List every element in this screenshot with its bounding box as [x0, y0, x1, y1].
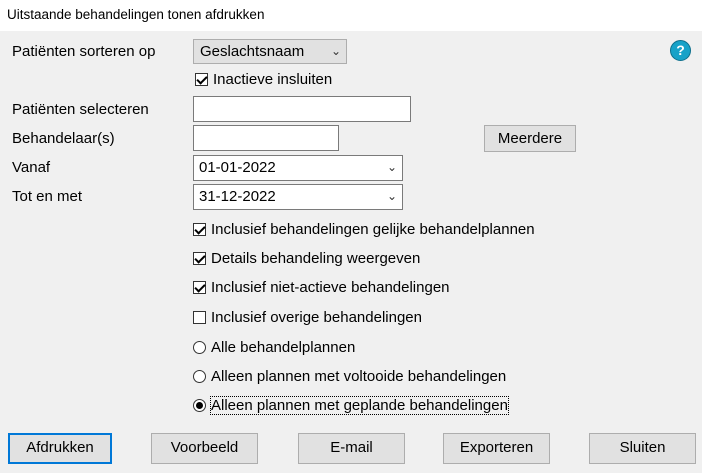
radio-circle [193, 341, 206, 354]
inactive-label: Inactieve insluiten [213, 71, 333, 88]
planned-plans-radio[interactable]: Alleen plannen met geplande behandelinge… [193, 396, 509, 415]
sort-label: Patiënten sorteren op [12, 43, 156, 60]
email-button[interactable]: E-mail [298, 433, 405, 464]
practitioners-label: Behandelaar(s) [12, 130, 115, 147]
print-button[interactable]: Afdrukken [8, 433, 112, 464]
chevron-down-icon: ⌄ [330, 44, 341, 58]
checkbox-box [195, 73, 208, 86]
details-checkbox[interactable]: Details behandeling weergeven [193, 250, 420, 267]
checkbox-box [193, 223, 206, 236]
from-label: Vanaf [12, 159, 51, 176]
non-active-label: Inclusief niet-actieve behandelingen [211, 279, 450, 296]
non-active-checkbox[interactable]: Inclusief niet-actieve behandelingen [193, 279, 450, 296]
sort-value: Geslachtsnaam [200, 43, 305, 60]
chevron-down-icon: ⌄ [386, 189, 397, 203]
sort-dropdown[interactable]: Geslachtsnaam ⌄ [193, 39, 347, 64]
all-plans-radio[interactable]: Alle behandelplannen [193, 339, 355, 356]
preview-button[interactable]: Voorbeeld [151, 433, 258, 464]
from-date-value: 01-01-2022 [199, 159, 276, 176]
select-patients-input[interactable] [193, 96, 411, 122]
other-checkbox[interactable]: Inclusief overige behandelingen [193, 309, 422, 326]
window-title: Uitstaande behandelingen tonen afdrukken [0, 0, 702, 31]
from-date-picker[interactable]: 01-01-2022 ⌄ [193, 155, 403, 181]
export-button[interactable]: Exporteren [443, 433, 550, 464]
all-plans-label: Alle behandelplannen [211, 339, 356, 356]
planned-plans-label: Alleen plannen met geplande behandelinge… [210, 396, 509, 415]
completed-plans-radio[interactable]: Alleen plannen met voltooide behandeling… [193, 368, 506, 385]
practitioners-input[interactable] [193, 125, 339, 151]
radio-circle [193, 370, 206, 383]
to-date-value: 31-12-2022 [199, 188, 276, 205]
same-plans-label: Inclusief behandelingen gelijke behandel… [211, 221, 535, 238]
inactive-checkbox[interactable]: Inactieve insluiten [195, 71, 332, 88]
select-patients-label: Patiënten selecteren [12, 101, 149, 118]
close-button[interactable]: Sluiten [589, 433, 696, 464]
radio-circle [193, 399, 206, 412]
other-label: Inclusief overige behandelingen [211, 309, 422, 326]
to-label: Tot en met [12, 188, 83, 205]
completed-plans-label: Alleen plannen met voltooide behandeling… [211, 368, 507, 385]
checkbox-box [193, 252, 206, 265]
checkbox-box [193, 311, 206, 324]
details-label: Details behandeling weergeven [211, 250, 421, 267]
help-icon[interactable]: ? [670, 40, 691, 61]
checkbox-box [193, 281, 206, 294]
to-date-picker[interactable]: 31-12-2022 ⌄ [193, 184, 403, 210]
multiple-button[interactable]: Meerdere [484, 125, 576, 152]
chevron-down-icon: ⌄ [386, 160, 397, 174]
same-plans-checkbox[interactable]: Inclusief behandelingen gelijke behandel… [193, 221, 535, 238]
